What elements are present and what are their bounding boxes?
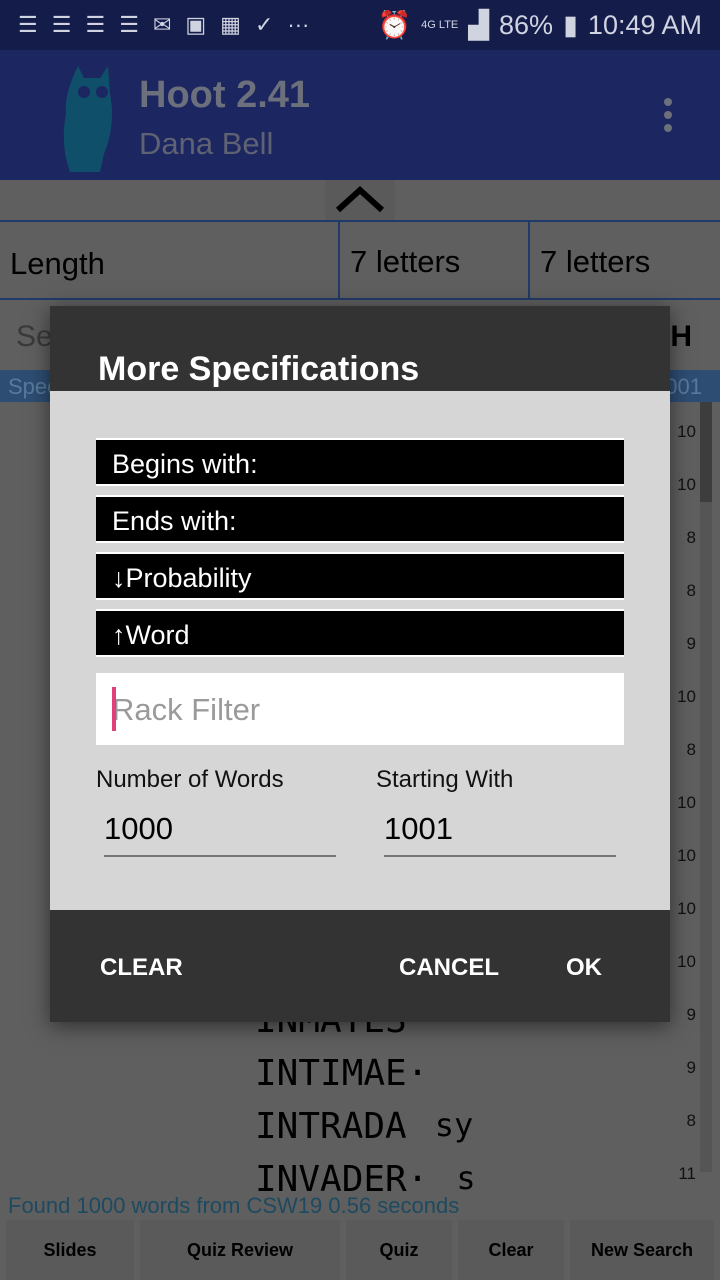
score: 10 xyxy=(677,422,696,441)
starting-with-input[interactable]: 1001 xyxy=(384,811,616,857)
score: 9 xyxy=(686,1005,696,1024)
score: 8 xyxy=(686,528,696,547)
max-length-select[interactable]: 7 letters xyxy=(530,222,660,298)
search-row-right: H xyxy=(670,320,692,353)
list-item[interactable]: INTRADA sy xyxy=(255,1106,476,1159)
collapse-chevron-up-icon[interactable] xyxy=(325,180,395,220)
hooks: sy xyxy=(434,1106,474,1144)
number-of-words-label: Number of Words xyxy=(96,766,284,793)
owl-logo-icon xyxy=(63,66,112,172)
more-icon: ··· xyxy=(287,12,310,37)
overflow-menu-icon[interactable] xyxy=(664,98,676,137)
cancel-button[interactable]: CANCEL xyxy=(399,954,499,982)
quiz-review-button[interactable]: Quiz Review xyxy=(140,1220,340,1280)
score: 9 xyxy=(686,634,696,653)
scrollbar[interactable] xyxy=(700,402,712,1172)
app-title: Hoot 2.41 xyxy=(139,74,311,116)
list-item[interactable]: INTIMAE· xyxy=(255,1053,476,1106)
network-label: 4G LTE xyxy=(421,19,459,31)
probability-sort[interactable]: ↓Probability xyxy=(96,552,624,600)
word-list: INMATES INTIMAE· INTRADAsy INVADER·s xyxy=(255,1000,476,1212)
clock: 10:49 AM xyxy=(587,9,702,40)
text-cursor xyxy=(112,687,116,731)
battery-percent: 86% xyxy=(499,9,554,40)
word: INTRADA xyxy=(255,1106,407,1147)
score: 8 xyxy=(686,1111,696,1130)
notes-icon: ☰ xyxy=(119,12,139,37)
battery-icon: ▮ xyxy=(563,9,578,40)
image-icon: ▣ xyxy=(185,12,207,37)
clear-dialog-button[interactable]: CLEAR xyxy=(100,954,183,982)
app-bar: Hoot 2.41 Dana Bell xyxy=(0,50,720,180)
rack-filter-placeholder: Rack Filter xyxy=(112,692,261,727)
word-sort[interactable]: ↑Word xyxy=(96,609,624,657)
score: 8 xyxy=(686,740,696,759)
min-length-select[interactable]: 7 letters xyxy=(340,222,530,298)
ends-with-field[interactable]: Ends with: xyxy=(96,495,624,543)
notes-icon: ☰ xyxy=(51,12,72,37)
hooks: s xyxy=(456,1159,476,1197)
slides-button[interactable]: Slides xyxy=(6,1220,134,1280)
begins-with-field[interactable]: Begins with: xyxy=(96,438,624,486)
rack-filter-input[interactable]: Rack Filter xyxy=(96,673,624,745)
number-of-words-input[interactable]: 1000 xyxy=(104,811,336,857)
signal-icon: ▟ xyxy=(468,9,490,40)
length-row: Length 7 letters 7 letters xyxy=(0,220,720,300)
score: 8 xyxy=(686,581,696,600)
word: INTIMAE· xyxy=(255,1053,429,1094)
ifttt-icon: ▦ xyxy=(220,12,241,37)
new-search-button[interactable]: New Search xyxy=(570,1220,714,1280)
score: 10 xyxy=(677,899,696,918)
score-column: 10 10 8 8 9 10 8 10 10 10 10 9 9 8 11 xyxy=(666,402,696,1197)
score: 10 xyxy=(677,793,696,812)
app-subtitle: Dana Bell xyxy=(139,126,274,161)
notes-icon: ☰ xyxy=(18,12,38,37)
check-icon: ✓ xyxy=(254,12,274,37)
spec-right: 001 xyxy=(665,374,702,399)
score: 10 xyxy=(677,952,696,971)
quiz-button[interactable]: Quiz xyxy=(346,1220,452,1280)
score: 11 xyxy=(678,1164,696,1183)
dialog-title: More Specifications xyxy=(98,350,420,388)
mail-icon: ✉ xyxy=(152,12,172,37)
starting-with-label: Starting With xyxy=(376,766,514,793)
more-specifications-dialog: More Specifications Begins with: Ends wi… xyxy=(50,306,670,1022)
length-label: Length xyxy=(0,222,340,298)
status-bar: ☰ ☰ ☰ ☰ ✉ ▣ ▦ ✓ ··· ⏰ 4G LTE ▟ 86% ▮ 10:49 AM xyxy=(0,0,720,50)
score: 10 xyxy=(677,687,696,706)
score: 10 xyxy=(677,846,696,865)
score: 10 xyxy=(677,475,696,494)
alarm-icon: ⏰ xyxy=(377,10,412,40)
notes-icon: ☰ xyxy=(85,12,106,37)
score: 9 xyxy=(686,1058,696,1077)
found-status: Found 1000 words from CSW19 0.56 seconds xyxy=(8,1193,460,1218)
clear-button[interactable]: Clear xyxy=(458,1220,564,1280)
ok-button[interactable]: OK xyxy=(566,954,602,982)
